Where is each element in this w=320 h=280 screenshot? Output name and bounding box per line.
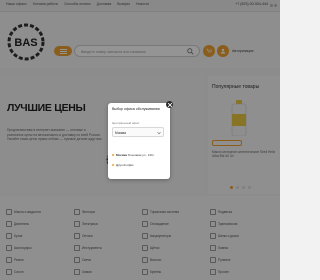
bullet-icon (112, 164, 114, 166)
modal-title: Выбор офиса обслуживания (112, 107, 160, 111)
office-select-modal: Выбор офиса обслуживания Центральный офи… (108, 101, 173, 179)
office-address: Ольховая ул., 10/1 (127, 153, 154, 157)
office-select[interactable]: Москва (112, 127, 164, 137)
close-icon (167, 102, 172, 107)
office-select-value: Москва (115, 131, 126, 135)
bullet-icon (112, 154, 114, 156)
office-city: Москва (116, 153, 127, 157)
office-option[interactable]: Другой офис (112, 163, 134, 167)
chevron-down-icon (157, 131, 161, 135)
office-city: Другой офис (116, 163, 134, 167)
office-option[interactable]: Москва Ольховая ул., 10/1 (112, 153, 154, 157)
office-field-label: Центральный офис (112, 121, 140, 125)
modal-close-button[interactable] (166, 101, 173, 108)
